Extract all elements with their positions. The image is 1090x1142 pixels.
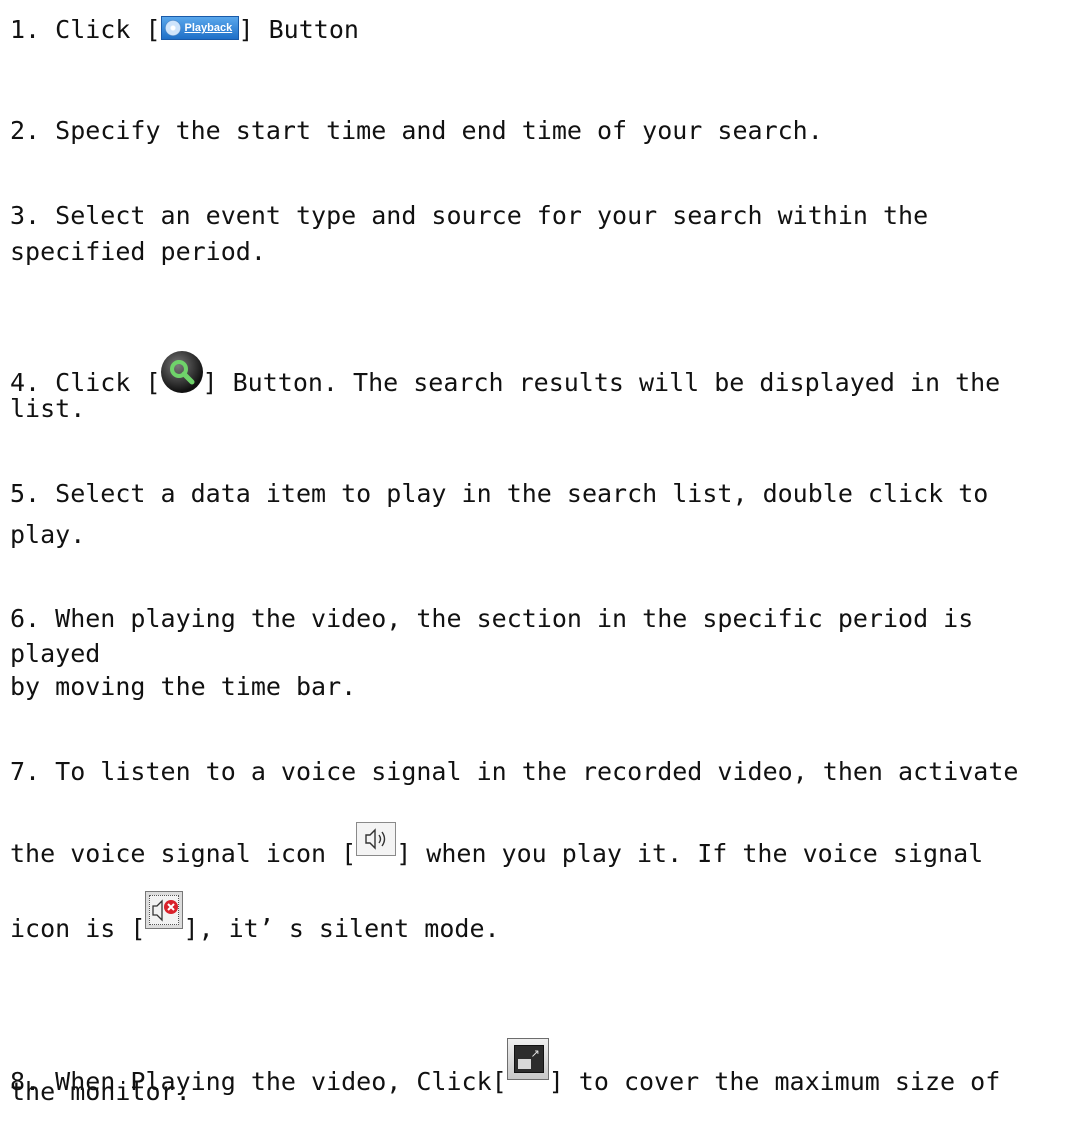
playback-icon	[164, 20, 181, 36]
step-7-pre-2: the voice signal icon [	[10, 839, 357, 868]
step-4: 4. Click [ ] Button. The search results w…	[10, 351, 1000, 397]
step-6-line-3: by moving the time bar.	[10, 672, 357, 701]
search-icon[interactable]	[160, 351, 203, 393]
playback-label: Playback	[184, 22, 233, 34]
step-7-line-2: the voice signal icon [ ] when you play i…	[10, 822, 983, 868]
step-7-pre-3: icon is [	[10, 914, 146, 943]
step-3-line-1: 3. Select an event type and source for y…	[10, 201, 929, 230]
step-7-line-1: 7. To listen to a voice signal in the re…	[10, 757, 1019, 786]
step-5-line-1: 5. Select a data item to play in the sea…	[10, 479, 989, 508]
fullscreen-icon[interactable]: ↗	[506, 1038, 549, 1080]
step-5-line-2: play.	[10, 520, 86, 549]
speaker-muted-icon[interactable]	[145, 891, 184, 929]
step-8-post: ] to cover the maximum size of	[548, 1067, 1001, 1096]
step-7-post-3: ], it’ s silent mode.	[183, 914, 500, 943]
step-6-line-2: played	[10, 639, 101, 668]
step-3-line-2: specified period.	[10, 237, 266, 266]
playback-button[interactable]: Playback	[160, 16, 239, 40]
step-7-post-2: ] when you play it. If the voice signal	[396, 839, 984, 868]
step-1-pre: 1. Click [	[10, 15, 161, 44]
step-7-line-3: icon is [ ], it’ s silent mode.	[10, 891, 500, 943]
step-4-post: ] Button. The search results will be dis…	[202, 368, 1001, 397]
step-1-post: ] Button	[238, 15, 359, 44]
step-4-line-2: list.	[10, 394, 86, 423]
speaker-icon[interactable]	[356, 822, 397, 856]
step-6-line-1: 6. When playing the video, the section i…	[10, 604, 974, 633]
step-4-pre: 4. Click [	[10, 368, 161, 397]
step-2: 2. Specify the start time and end time o…	[10, 116, 823, 145]
step-1: 1. Click [ Playback ] Button	[10, 15, 359, 45]
step-8: 8. When Playing the video, Click[↗] to c…	[10, 1038, 1000, 1096]
step-8-line-2: the monitor.	[10, 1077, 191, 1106]
